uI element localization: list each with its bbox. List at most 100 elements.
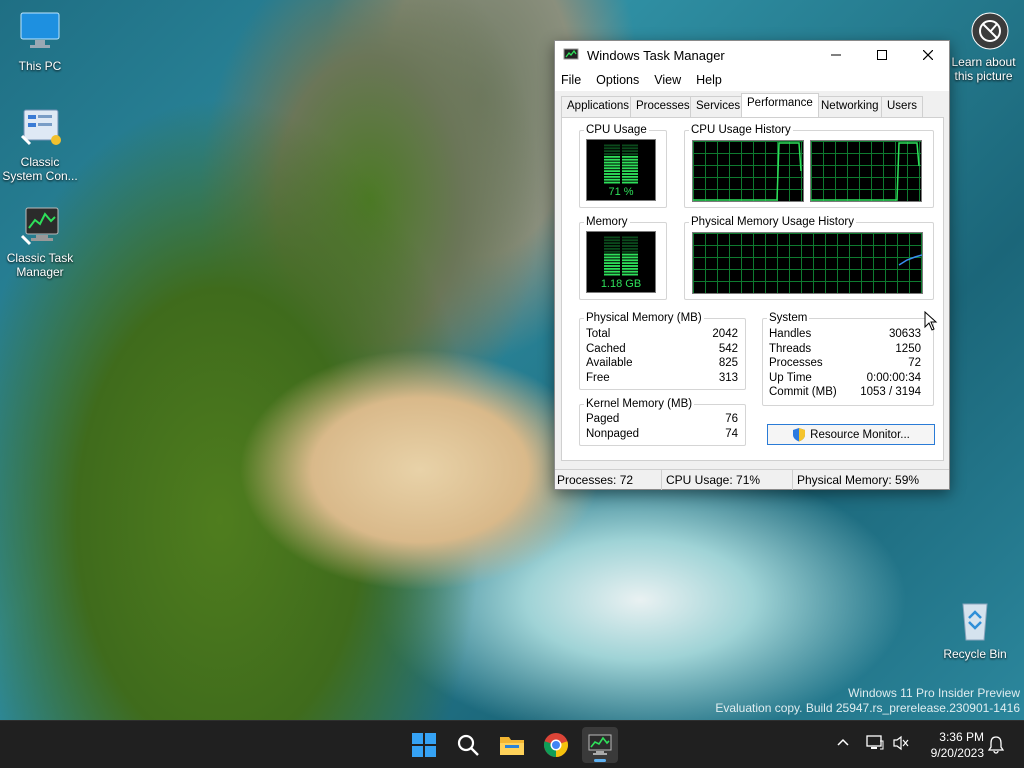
stat-row-nonpaged: Nonpaged 74 — [586, 428, 738, 440]
meter-segment-lit — [604, 259, 620, 262]
stat-label: Paged — [586, 413, 620, 425]
stat-row-paged: Paged 76 — [586, 413, 738, 425]
meter-segment-lit — [622, 158, 638, 161]
stat-label: Nonpaged — [586, 428, 640, 440]
meter-segment — [622, 236, 638, 239]
file-explorer-button[interactable] — [494, 727, 530, 763]
search-button[interactable] — [450, 727, 486, 763]
stat-label: Handles — [769, 328, 812, 340]
learn-about-picture-button[interactable]: Learn about this picture — [943, 12, 1024, 92]
watermark-line1: Windows 11 Pro Insider Preview — [848, 686, 1020, 700]
network-button[interactable] — [866, 735, 884, 754]
learn-about-label: Learn about this picture — [951, 55, 1016, 83]
status-cpu: CPU Usage: 71% — [662, 469, 793, 490]
chrome-button[interactable] — [538, 727, 574, 763]
meter-segment-lit — [622, 167, 638, 170]
resource-monitor-button[interactable]: Resource Monitor... — [767, 424, 935, 445]
search-icon — [457, 734, 479, 756]
system-group: System Handles 30633 Threads 1250 Processe… — [762, 312, 934, 406]
meter-segment-lit — [604, 175, 620, 178]
stat-row-cached: Cached 542 — [586, 343, 738, 355]
meter-segment-lit — [604, 170, 620, 173]
start-button[interactable] — [406, 727, 442, 763]
status-memory: Physical Memory: 59% — [797, 472, 920, 487]
stat-value: 74 — [725, 428, 738, 440]
meter-segment — [622, 245, 638, 247]
meter-segment-lit — [604, 181, 620, 184]
stat-row-processes: Processes 72 — [769, 357, 921, 369]
tab-networking[interactable]: Networking — [815, 96, 885, 117]
meter-segment-lit — [622, 253, 638, 256]
volume-button[interactable] — [892, 735, 910, 754]
task-manager-taskbar-button[interactable] — [582, 727, 618, 763]
desktop-icon-label: Classic System Con... — [2, 155, 78, 183]
meter-segment-lit — [622, 273, 638, 276]
network-icon — [866, 735, 884, 750]
build-watermark: Windows 11 Pro Insider Preview Evaluatio… — [715, 686, 1020, 716]
monitor-icon — [20, 12, 60, 48]
stat-value: 30633 — [889, 328, 921, 340]
clock[interactable]: 3:36 PM 9/20/2023 — [931, 729, 984, 761]
cpu-history-graph-core1 — [810, 140, 922, 202]
bell-icon — [987, 736, 1005, 754]
desktop-icon-this-pc[interactable]: This PC — [0, 10, 80, 73]
meter-segment-lit — [622, 270, 638, 273]
meter-segment-lit — [622, 170, 638, 173]
stat-label: Up Time — [769, 372, 812, 384]
meter-segment — [604, 239, 620, 242]
menu-file[interactable]: File — [561, 73, 581, 87]
stat-row-total: Total 2042 — [586, 328, 738, 340]
maximize-icon — [877, 50, 887, 60]
memory-label: Memory — [586, 216, 628, 228]
stat-row-free: Free 313 — [586, 372, 738, 384]
meter-segment-lit — [604, 155, 620, 158]
tab-applications[interactable]: Applications — [561, 96, 636, 117]
desktop-icon-recycle-bin[interactable]: Recycle Bin — [935, 598, 1015, 661]
stat-value: 825 — [718, 357, 738, 369]
tab-processes[interactable]: Processes — [630, 96, 696, 117]
meter-segment-lit — [622, 259, 638, 262]
volume-muted-icon — [893, 735, 909, 751]
desktop-icon-classic-system-control[interactable]: Classic System Con... — [0, 106, 80, 183]
menu-bar: File Options View Help — [555, 69, 949, 91]
notifications-button[interactable] — [987, 736, 1005, 757]
desktop-icon-label: Classic Task Manager — [6, 251, 74, 279]
meter-segment — [604, 144, 620, 147]
tab-users[interactable]: Users — [881, 96, 924, 117]
cpu-meter-bars: 71 % — [604, 144, 638, 198]
desktop-icon-classic-task-manager[interactable]: Classic Task Manager — [0, 206, 80, 279]
memory-value: 1.18 GB — [601, 278, 641, 290]
tab-performance[interactable]: Performance — [741, 93, 819, 117]
meter-segment — [622, 153, 638, 155]
show-hidden-icons-button[interactable] — [836, 735, 850, 752]
memory-meter-bars: 1.18 GB — [601, 236, 641, 290]
meter-segment-lit — [622, 178, 638, 181]
cpu-history-line — [693, 142, 802, 201]
control-panel-icon — [20, 109, 61, 146]
menu-view[interactable]: View — [654, 73, 681, 87]
minimize-button[interactable] — [813, 41, 859, 69]
stat-value: 1250 — [895, 343, 921, 355]
task-manager-icon — [20, 207, 59, 246]
resource-monitor-label: Resource Monitor... — [810, 428, 910, 441]
meter-segment — [622, 150, 638, 153]
memory-meter: 1.18 GB — [586, 231, 656, 293]
close-button[interactable] — [905, 41, 951, 69]
stat-value: 72 — [908, 357, 921, 369]
meter-segment-lit — [604, 178, 620, 181]
tab-services[interactable]: Services — [690, 96, 747, 117]
recycle-bin-icon — [962, 603, 988, 641]
menu-help[interactable]: Help — [696, 73, 722, 87]
maximize-button[interactable] — [859, 41, 905, 69]
meter-segment — [604, 245, 620, 247]
stat-label: Available — [586, 357, 633, 369]
kernel-memory-group: Kernel Memory (MB) Paged 76 Nonpaged 74 — [579, 398, 746, 446]
physical-memory-group: Physical Memory (MB) Total 2042 Cached 542… — [579, 312, 746, 390]
stat-label: Threads — [769, 343, 812, 355]
menu-options[interactable]: Options — [596, 73, 639, 87]
stat-value: 0:00:00:34 — [866, 372, 921, 384]
title-bar[interactable]: Windows Task Manager — [555, 41, 949, 69]
shield-icon — [793, 428, 806, 442]
task-manager-window: Windows Task Manager File Options View H… — [554, 40, 950, 490]
status-bar: Processes: 72 CPU Usage: 71% Physical Me… — [555, 469, 949, 490]
